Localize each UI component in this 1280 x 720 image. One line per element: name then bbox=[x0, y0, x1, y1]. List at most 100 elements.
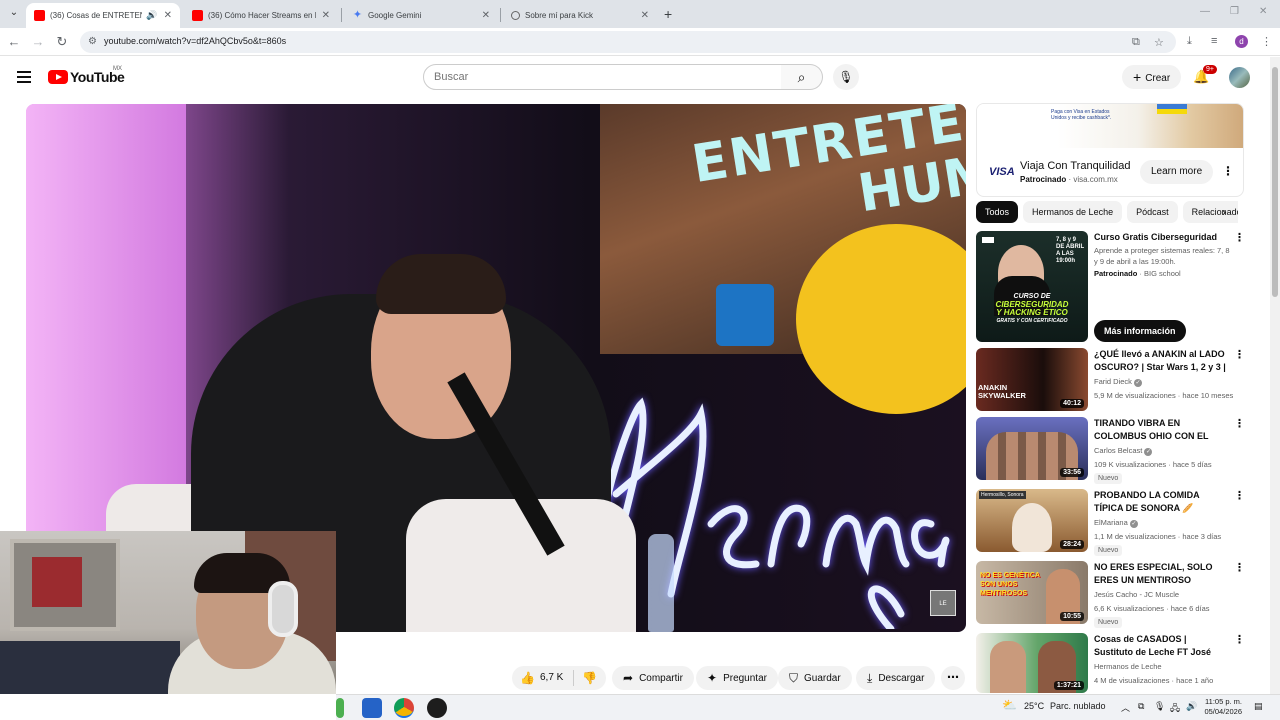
more-options-icon[interactable]: ⋮ bbox=[1234, 417, 1245, 430]
learn-more-button[interactable]: Learn more bbox=[1140, 160, 1214, 184]
youtube-logo[interactable]: YouTube MX bbox=[48, 66, 125, 85]
taskbar-app-icon[interactable] bbox=[336, 698, 344, 718]
chip-hermanos-de-leche[interactable]: Hermanos de Leche bbox=[1023, 201, 1123, 223]
profile-avatar[interactable]: d bbox=[1235, 35, 1248, 48]
close-tab-icon[interactable]: ✕ bbox=[641, 10, 649, 21]
minimize-icon[interactable]: — bbox=[1200, 6, 1210, 17]
account-avatar[interactable] bbox=[1229, 67, 1250, 88]
chevron-right-icon[interactable]: › bbox=[1222, 205, 1226, 219]
back-icon[interactable]: ← bbox=[6, 34, 22, 50]
speaker-icon[interactable]: 🔊 bbox=[146, 10, 157, 21]
download-icon[interactable]: ⤓ bbox=[1187, 35, 1192, 48]
like-icon[interactable]: 👍 bbox=[520, 671, 535, 685]
tab-search-icon[interactable]: ⌄ bbox=[6, 5, 22, 21]
ad-card[interactable]: Paga con Visa en Estados Unidos y recibe… bbox=[976, 103, 1244, 197]
white-couch-2 bbox=[406, 499, 636, 632]
more-actions-icon[interactable]: ⋯ bbox=[941, 666, 965, 690]
video-title[interactable]: NO ERES ESPECIAL, SOLO ERES UN MENTIROSO bbox=[1094, 561, 1228, 587]
network-icon[interactable]: 🖧 bbox=[1170, 701, 1180, 717]
video-thumbnail[interactable]: 1:37:21 bbox=[976, 633, 1088, 693]
tab-0[interactable]: (36) Cosas de ENTRETENIMIENTO 🔊 ✕ bbox=[26, 3, 180, 28]
recommendation-item[interactable]: NO ES GENÉTICA SON UNOS MENTIROSOS 10:55… bbox=[976, 561, 1245, 628]
obs-icon[interactable] bbox=[427, 698, 447, 718]
bookmark-star-icon[interactable]: ☆ bbox=[1154, 36, 1164, 49]
video-title[interactable]: Cosas de CASADOS | Sustituto de Leche FT… bbox=[1094, 633, 1228, 659]
restore-icon[interactable]: ❐ bbox=[1230, 6, 1239, 17]
like-count[interactable]: 6,7 K bbox=[540, 672, 563, 683]
channel-watermark[interactable]: LE bbox=[930, 590, 956, 616]
tab-1[interactable]: (36) Cómo Hacer Streams en Kick ✕ bbox=[184, 3, 338, 28]
taskbar-clock[interactable]: 11:05 p. m. 05/04/2026 bbox=[1200, 697, 1242, 717]
browser-menu-icon[interactable]: ⋮ bbox=[1261, 35, 1272, 48]
video-title[interactable]: TIRANDO VIBRA EN COLOMBUS OHIO CON EL FI… bbox=[1094, 417, 1228, 443]
ad-banner-image[interactable]: Paga con Visa en Estados Unidos y recibe… bbox=[977, 104, 1243, 148]
volume-icon[interactable]: 🔊 bbox=[1186, 701, 1197, 712]
channel-name[interactable]: Jesús Cacho - JC Muscle bbox=[1094, 590, 1179, 599]
channel-name[interactable]: ElMariana ✓ bbox=[1094, 518, 1138, 528]
save-button[interactable]: ⛉ Guardar bbox=[778, 666, 852, 690]
rec-title[interactable]: Curso Gratis Ciberseguridad bbox=[1094, 231, 1228, 244]
more-options-icon[interactable]: ⋮ bbox=[1234, 231, 1245, 244]
more-options-icon[interactable]: ⋮ bbox=[1234, 633, 1245, 646]
recommendation-item[interactable]: 33:56 TIRANDO VIBRA EN COLOMBUS OHIO CON… bbox=[976, 417, 1245, 484]
chip-todos[interactable]: Todos bbox=[976, 201, 1019, 223]
close-tab-icon[interactable]: ✕ bbox=[322, 10, 330, 21]
ad-options-icon[interactable]: ⋮ bbox=[1222, 164, 1234, 178]
chrome-icon[interactable] bbox=[394, 698, 414, 718]
close-tab-icon[interactable]: ✕ bbox=[482, 10, 490, 21]
cast-icon[interactable]: ⧉ bbox=[1132, 36, 1140, 49]
forward-icon[interactable]: → bbox=[30, 34, 46, 50]
ad-title[interactable]: Viaja Con Tranquilidad bbox=[1020, 160, 1130, 172]
download-button[interactable]: ⤓ Descargar bbox=[856, 666, 936, 690]
tab-3[interactable]: Sobre mí para Kick ✕ bbox=[503, 3, 657, 28]
tray-app-icon[interactable]: ⧉ bbox=[1138, 701, 1144, 712]
sponsored-recommendation[interactable]: 7, 8 y 9 DE ABRIL A LAS 19:00h CURSO DE … bbox=[976, 231, 1245, 343]
video-thumbnail[interactable]: ANAKIN SKYWALKER 40:12 bbox=[976, 348, 1088, 411]
video-thumbnail[interactable]: 33:56 bbox=[976, 417, 1088, 480]
more-options-icon[interactable]: ⋮ bbox=[1234, 489, 1245, 502]
video-title[interactable]: ¿QUÉ llevó a ANAKIN al LADO OSCURO? | St… bbox=[1094, 348, 1228, 374]
scrollbar-thumb[interactable] bbox=[1272, 67, 1278, 297]
video-thumbnail[interactable]: Hermosillo, Sonora 28:24 bbox=[976, 489, 1088, 552]
new-tab-icon[interactable]: + bbox=[664, 6, 672, 22]
chip-relacionados[interactable]: Relacionados bbox=[1182, 201, 1238, 223]
video-thumbnail[interactable]: NO ES GENÉTICA SON UNOS MENTIROSOS 10:55 bbox=[976, 561, 1088, 624]
recommendation-item[interactable]: Hermosillo, Sonora 28:24 PROBANDO LA COM… bbox=[976, 489, 1245, 556]
voice-search-button[interactable]: 🎙 bbox=[833, 64, 859, 90]
menu-icon[interactable] bbox=[17, 71, 31, 86]
url-text[interactable]: youtube.com/watch?v=df2AhQCbv5o&t=860s bbox=[104, 36, 286, 46]
search-button[interactable]: ⌕ bbox=[781, 64, 823, 90]
chevron-up-icon[interactable]: ︿ bbox=[1121, 701, 1130, 714]
address-bar[interactable]: ⚙ youtube.com/watch?v=df2AhQCbv5o&t=860s… bbox=[80, 31, 1176, 53]
channel-name[interactable]: Hermanos de Leche bbox=[1094, 662, 1162, 671]
search-input[interactable] bbox=[424, 65, 744, 89]
more-options-icon[interactable]: ⋮ bbox=[1234, 561, 1245, 574]
video-title[interactable]: PROBANDO LA COMIDA TÍPICA DE SONORA 🥖 bbox=[1094, 489, 1228, 515]
sponsored-thumbnail[interactable]: 7, 8 y 9 DE ABRIL A LAS 19:00h CURSO DE … bbox=[976, 231, 1088, 342]
site-info-icon[interactable]: ⚙ bbox=[88, 36, 97, 47]
recommendation-item[interactable]: ANAKIN SKYWALKER 40:12 ¿QUÉ llevó a ANAK… bbox=[976, 348, 1245, 412]
channel-name[interactable]: Farid Dieck ✓ bbox=[1094, 377, 1143, 387]
notification-center-icon[interactable]: ▤ bbox=[1254, 701, 1263, 712]
share-button[interactable]: ➦ Compartir bbox=[612, 666, 694, 690]
channel-name[interactable]: Carlos Belcast ✓ bbox=[1094, 446, 1153, 456]
dislike-icon[interactable]: 👎 bbox=[582, 671, 597, 685]
playlist-icon[interactable]: ≡ bbox=[1211, 35, 1217, 47]
chip-podcast[interactable]: Pódcast bbox=[1127, 201, 1178, 223]
kick-icon bbox=[511, 11, 520, 20]
temperature[interactable]: 25°C bbox=[1024, 701, 1044, 711]
more-options-icon[interactable]: ⋮ bbox=[1234, 348, 1245, 361]
mic-tray-icon[interactable]: 🎙 bbox=[1154, 701, 1165, 712]
close-window-icon[interactable]: ✕ bbox=[1259, 6, 1267, 17]
close-tab-icon[interactable]: ✕ bbox=[164, 10, 172, 21]
recommendation-item[interactable]: 1:37:21 Cosas de CASADOS | Sustituto de … bbox=[976, 633, 1245, 693]
create-button[interactable]: + Crear bbox=[1122, 65, 1182, 89]
headphones bbox=[268, 581, 298, 637]
page-scrollbar[interactable] bbox=[1270, 57, 1280, 694]
reload-icon[interactable]: ↻ bbox=[54, 34, 70, 50]
more-info-button[interactable]: Más información bbox=[1094, 320, 1186, 342]
weather-text[interactable]: Parc. nublado bbox=[1050, 701, 1106, 711]
outlook-icon[interactable] bbox=[362, 698, 382, 718]
ask-button[interactable]: ✦ Preguntar bbox=[696, 666, 778, 690]
tab-2[interactable]: ✦ Google Gemini ✕ bbox=[344, 3, 498, 28]
